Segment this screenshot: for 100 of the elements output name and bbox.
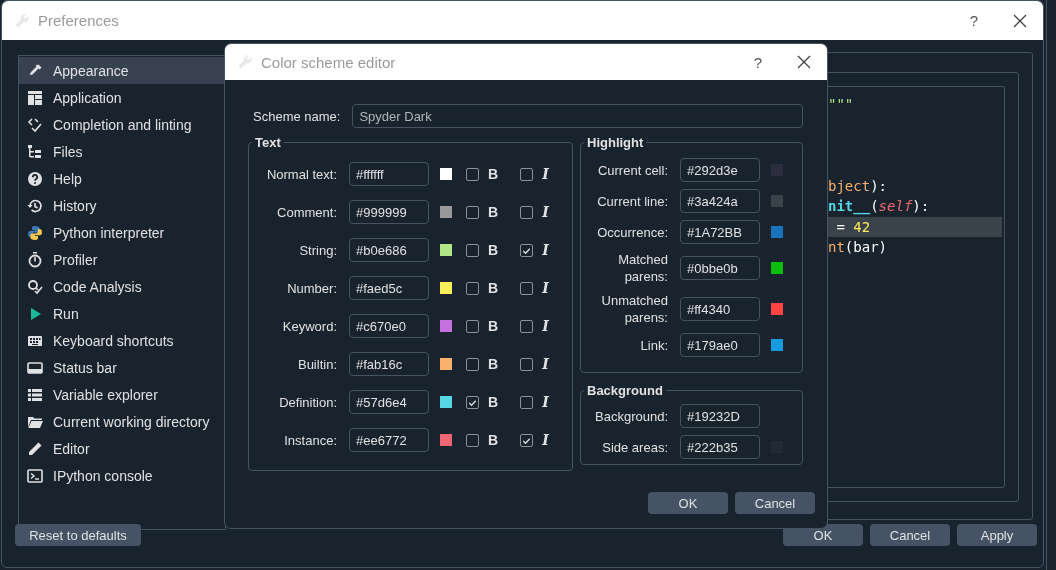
dialog-button[interactable]: Cancel bbox=[735, 492, 815, 514]
stopwatch-icon bbox=[27, 251, 43, 268]
field-label: Occurrence: bbox=[596, 223, 668, 241]
field-label: Matched parens: bbox=[617, 251, 668, 285]
color-swatch[interactable] bbox=[440, 396, 452, 408]
sidebar-item[interactable]: Editor bbox=[19, 435, 225, 462]
color-swatch[interactable] bbox=[440, 282, 452, 294]
sidebar-item[interactable]: Application bbox=[19, 84, 225, 111]
italic-checkbox[interactable] bbox=[520, 433, 534, 447]
color-swatch[interactable] bbox=[440, 168, 452, 180]
close-icon bbox=[797, 55, 811, 69]
sidebar-item[interactable]: Variable explorer bbox=[19, 381, 225, 408]
italic-label: I bbox=[542, 432, 549, 448]
color-swatch[interactable] bbox=[440, 320, 452, 332]
italic-checkbox[interactable] bbox=[520, 167, 534, 181]
sidebar-item[interactable]: Profiler bbox=[19, 246, 225, 273]
italic-label: I bbox=[542, 394, 549, 410]
color-swatch[interactable] bbox=[771, 195, 783, 207]
italic-label: I bbox=[542, 280, 549, 296]
sidebar-item[interactable]: History bbox=[19, 192, 225, 219]
color-field[interactable]: #222b35 bbox=[680, 435, 760, 459]
color-field[interactable]: #fab16c bbox=[349, 352, 429, 376]
color-field[interactable]: #ee6772 bbox=[349, 428, 429, 452]
sidebar-item[interactable]: Python interpreter bbox=[19, 219, 225, 246]
close-icon bbox=[1013, 13, 1027, 28]
reset-button[interactable]: Reset to defaults bbox=[15, 524, 141, 546]
italic-checkbox[interactable] bbox=[520, 243, 534, 257]
italic-label: I bbox=[542, 204, 549, 220]
sidebar-item[interactable]: Code Analysis bbox=[19, 273, 225, 300]
sidebar-item[interactable]: IPython console bbox=[19, 462, 225, 489]
sidebar-item[interactable]: Current working directory bbox=[19, 408, 225, 435]
sidebar-item[interactable]: Help bbox=[19, 165, 225, 192]
bold-checkbox[interactable] bbox=[466, 205, 479, 219]
color-field[interactable]: #ff4340 bbox=[680, 297, 760, 321]
search-check-icon bbox=[27, 278, 43, 295]
dialog-button[interactable]: Cancel bbox=[870, 524, 950, 546]
color-swatch[interactable] bbox=[771, 339, 783, 351]
field-label: Keyword: bbox=[281, 318, 337, 334]
color-field[interactable]: #ffffff bbox=[349, 162, 429, 186]
italic-label: I bbox=[542, 356, 549, 372]
bold-checkbox[interactable] bbox=[466, 243, 479, 257]
bold-label: B bbox=[488, 166, 499, 182]
italic-checkbox[interactable] bbox=[520, 357, 534, 371]
bold-checkbox[interactable] bbox=[466, 167, 479, 181]
help-icon bbox=[27, 170, 43, 187]
dialog-button[interactable]: OK bbox=[648, 492, 728, 514]
bold-checkbox[interactable] bbox=[466, 357, 479, 371]
help-button[interactable]: ? bbox=[951, 5, 997, 36]
color-field[interactable]: #faed5c bbox=[349, 276, 429, 300]
group-title: Background bbox=[586, 383, 664, 398]
code-check-icon bbox=[27, 116, 43, 133]
bold-checkbox[interactable] bbox=[466, 281, 479, 295]
field-label: Comment: bbox=[276, 204, 337, 220]
sidebar-item[interactable]: Files bbox=[19, 138, 225, 165]
bold-label: B bbox=[488, 204, 499, 220]
color-field[interactable]: #1A72BB bbox=[680, 220, 760, 244]
sidebar-item[interactable]: Status bar bbox=[19, 354, 225, 381]
group-title: Highlight bbox=[586, 135, 645, 150]
window-title: Preferences bbox=[38, 12, 119, 29]
color-swatch[interactable] bbox=[440, 244, 452, 256]
color-swatch[interactable] bbox=[771, 226, 783, 238]
color-field[interactable]: #292d3e bbox=[680, 158, 760, 182]
code-line: nit__(self): bbox=[827, 197, 931, 217]
help-button[interactable]: ? bbox=[735, 47, 781, 77]
color-field[interactable]: #b0e686 bbox=[349, 238, 429, 262]
terminal-icon bbox=[27, 467, 43, 484]
color-field[interactable]: #57d6e4 bbox=[349, 390, 429, 414]
color-swatch[interactable] bbox=[440, 206, 452, 218]
color-swatch[interactable] bbox=[440, 358, 452, 370]
italic-label: I bbox=[542, 318, 549, 334]
italic-checkbox[interactable] bbox=[520, 395, 534, 409]
field-label: Scheme name: bbox=[253, 108, 341, 124]
bold-checkbox[interactable] bbox=[466, 395, 479, 409]
field-label: Number: bbox=[286, 280, 337, 296]
italic-checkbox[interactable] bbox=[520, 205, 534, 219]
color-field[interactable]: #3a424a bbox=[680, 189, 760, 213]
dialog-button[interactable]: Apply bbox=[957, 524, 1037, 546]
bold-checkbox[interactable] bbox=[466, 433, 479, 447]
italic-checkbox[interactable] bbox=[520, 319, 534, 333]
sidebar-item[interactable]: Run bbox=[19, 300, 225, 327]
field-label: Link: bbox=[639, 336, 668, 354]
bold-checkbox[interactable] bbox=[466, 319, 479, 333]
sidebar-item[interactable]: Appearance bbox=[19, 57, 225, 84]
scheme-name-field[interactable]: Spyder Dark bbox=[352, 104, 803, 128]
color-field[interactable]: #999999 bbox=[349, 200, 429, 224]
color-swatch[interactable] bbox=[771, 262, 783, 274]
color-swatch[interactable] bbox=[440, 434, 452, 446]
bold-label: B bbox=[488, 280, 499, 296]
code-line: nt(bar) bbox=[827, 238, 888, 257]
color-field[interactable]: #0bbe0b bbox=[680, 256, 760, 280]
italic-checkbox[interactable] bbox=[520, 281, 534, 295]
color-field[interactable]: #179ae0 bbox=[680, 333, 760, 357]
field-label: Builtin: bbox=[296, 356, 337, 372]
color-field[interactable]: #19232D bbox=[680, 404, 760, 428]
color-field[interactable]: #c670e0 bbox=[349, 314, 429, 338]
field-label: Definition: bbox=[278, 394, 337, 410]
field-label: Current line: bbox=[596, 192, 668, 210]
color-swatch[interactable] bbox=[771, 303, 783, 315]
sidebar-item[interactable]: Completion and linting bbox=[19, 111, 225, 138]
sidebar-item[interactable]: Keyboard shortcuts bbox=[19, 327, 225, 354]
